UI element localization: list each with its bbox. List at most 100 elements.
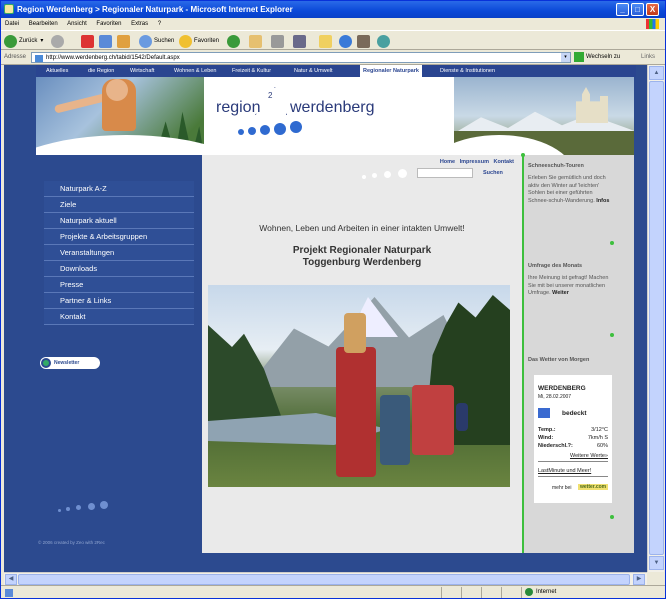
messenger-button[interactable] [339,34,354,48]
weather-divider [538,461,608,462]
lastminute-link[interactable]: LastMinute und Meer! [538,468,591,474]
zone-label: Internet [536,589,557,595]
menu-bearbeiten[interactable]: Bearbeiten [29,21,58,27]
newsletter-label: Newsletter [54,360,80,366]
decor-dot [372,173,377,178]
scroll-left-icon[interactable]: ◀ [5,574,17,585]
folder-button[interactable] [319,34,334,48]
search-label: Suchen [154,38,175,44]
sidenav-kontakt[interactable]: Kontakt [44,309,194,325]
close-button[interactable]: X [646,3,659,16]
sidenav-naturpark-a-z[interactable]: Naturpark A-Z [44,181,194,197]
topnav-die-region[interactable]: die Region [88,65,114,77]
scroll-up-icon[interactable]: ▲ [649,66,664,80]
forward-button[interactable] [51,34,66,48]
sidenav-projekte[interactable]: Projekte & Arbeitsgruppen [44,229,194,245]
stop-button[interactable] [81,34,96,48]
menu-favoriten[interactable]: Favoriten [96,21,121,27]
decor-dot [88,503,95,510]
home-button[interactable] [117,34,132,48]
search-button[interactable]: Suchen [139,34,174,48]
weather-rain-label: Niederschl.?: [538,443,573,449]
weather-more-link[interactable]: Weitere Werte» [570,453,608,459]
weather-wind: 7km/h S [587,435,608,441]
header-photo-children [36,77,204,155]
menu-help[interactable]: ? [158,21,161,27]
sidenav-naturpark-aktuell[interactable]: Naturpark aktuell [44,213,194,229]
decor-dot [66,507,70,511]
horizontal-scrollbar[interactable]: ◀ ▶ [4,572,647,585]
poll-weiter-link[interactable]: Weiter [552,290,569,296]
sidenav-ziele[interactable]: Ziele [44,197,194,213]
links-button[interactable]: Links [641,54,655,60]
search-link[interactable]: Suchen [483,170,503,176]
topnav-aktuelles[interactable]: Aktuelles [46,65,68,77]
photo-boy [380,395,410,465]
menu-ansicht[interactable]: Ansicht [67,21,87,27]
project-title-line1: Projekt Regionaler Naturpark [292,245,432,256]
go-button[interactable]: Wechseln zu [574,52,620,62]
newsletter-button[interactable]: Newsletter [40,357,100,369]
toolbar: Zurück ▾ Suchen Favoriten [1,30,665,50]
logo-number: 2 [268,91,273,100]
edit-button[interactable] [293,34,308,48]
topnav-wirtschaft[interactable]: Wirtschaft [130,65,154,77]
link-kontakt[interactable]: Kontakt [494,159,514,165]
family-hiking-photo [208,285,510,487]
vertical-scroll-thumb[interactable] [649,81,664,555]
history-button[interactable] [227,34,242,48]
sidenav-presse[interactable]: Presse [44,277,194,293]
history-icon [227,34,240,48]
vertical-scrollbar[interactable]: ▲ ▼ [647,65,664,572]
messenger-icon [339,34,352,48]
logo-dot [290,121,302,133]
refresh-button[interactable] [99,34,114,48]
project-title-line2: Toggenburg Werdenberg [302,257,422,268]
tools-button[interactable] [377,34,392,48]
address-field[interactable]: http://www.werdenberg.ch/tabid/1542/Defa… [31,52,571,63]
print-button[interactable] [271,34,286,48]
wetter-com-logo[interactable]: wetter.com [578,484,609,490]
topnav-wohnen-leben[interactable]: Wohnen & Leben [174,65,216,77]
weather-temp: 3/12°C [591,427,608,433]
forward-arrow-icon [51,34,64,48]
link-impressum[interactable]: Impressum [460,159,489,165]
address-dropdown-icon[interactable]: ▾ [561,53,570,62]
newsletter-icon [41,358,51,368]
link-home[interactable]: Home [440,159,455,165]
sidenav-veranstaltungen[interactable]: Veranstaltungen [44,245,194,261]
topnav-natur-umwelt[interactable]: Natur & Umwelt [294,65,333,77]
decor-dot [384,171,391,178]
refresh-icon [99,34,112,48]
sidenav-partner-links[interactable]: Partner & Links [44,293,194,309]
page-viewport: Aktuelles die Region Wirtschaft Wohnen &… [4,65,647,572]
chevron-down-icon: ▾ [40,38,44,44]
favorites-button[interactable]: Favoriten [179,34,219,48]
weather-widget: WERDENBERG Mi, 28.02.2007 bedeckt Temp.:… [534,375,612,503]
weather-date: Mi, 28.02.2007 [538,394,572,400]
menu-datei[interactable]: Datei [5,21,19,27]
research-button[interactable] [357,34,372,48]
horizontal-scroll-thumb[interactable] [18,574,630,585]
status-separator [521,587,522,598]
maximize-button[interactable]: □ [631,3,644,16]
scroll-down-icon[interactable]: ▼ [649,556,664,570]
sidenav-downloads[interactable]: Downloads [44,261,194,277]
decor-dot [610,515,614,519]
windows-logo-icon [646,19,659,29]
right-edge [615,155,634,553]
back-button[interactable]: Zurück ▾ [4,34,43,48]
scroll-right-icon[interactable]: ▶ [633,574,645,585]
snowshoe-infos-link[interactable]: Infos [596,198,609,204]
minimize-button[interactable]: _ [616,3,629,16]
mail-button[interactable] [249,34,264,48]
header-curve [36,135,204,155]
menu-extras[interactable]: Extras [131,21,148,27]
topnav-dienste[interactable]: Dienste & Institutionen [440,65,495,77]
logo-dot [238,129,244,135]
topnav-freizeit-kultur[interactable]: Freizeit & Kultur [232,65,271,77]
site-logo[interactable]: region 2 werdenberg [204,77,454,155]
weather-divider [538,476,608,477]
topnav-regionaler-naturpark[interactable]: Regionaler Naturpark [360,65,422,77]
search-input[interactable] [417,168,473,178]
